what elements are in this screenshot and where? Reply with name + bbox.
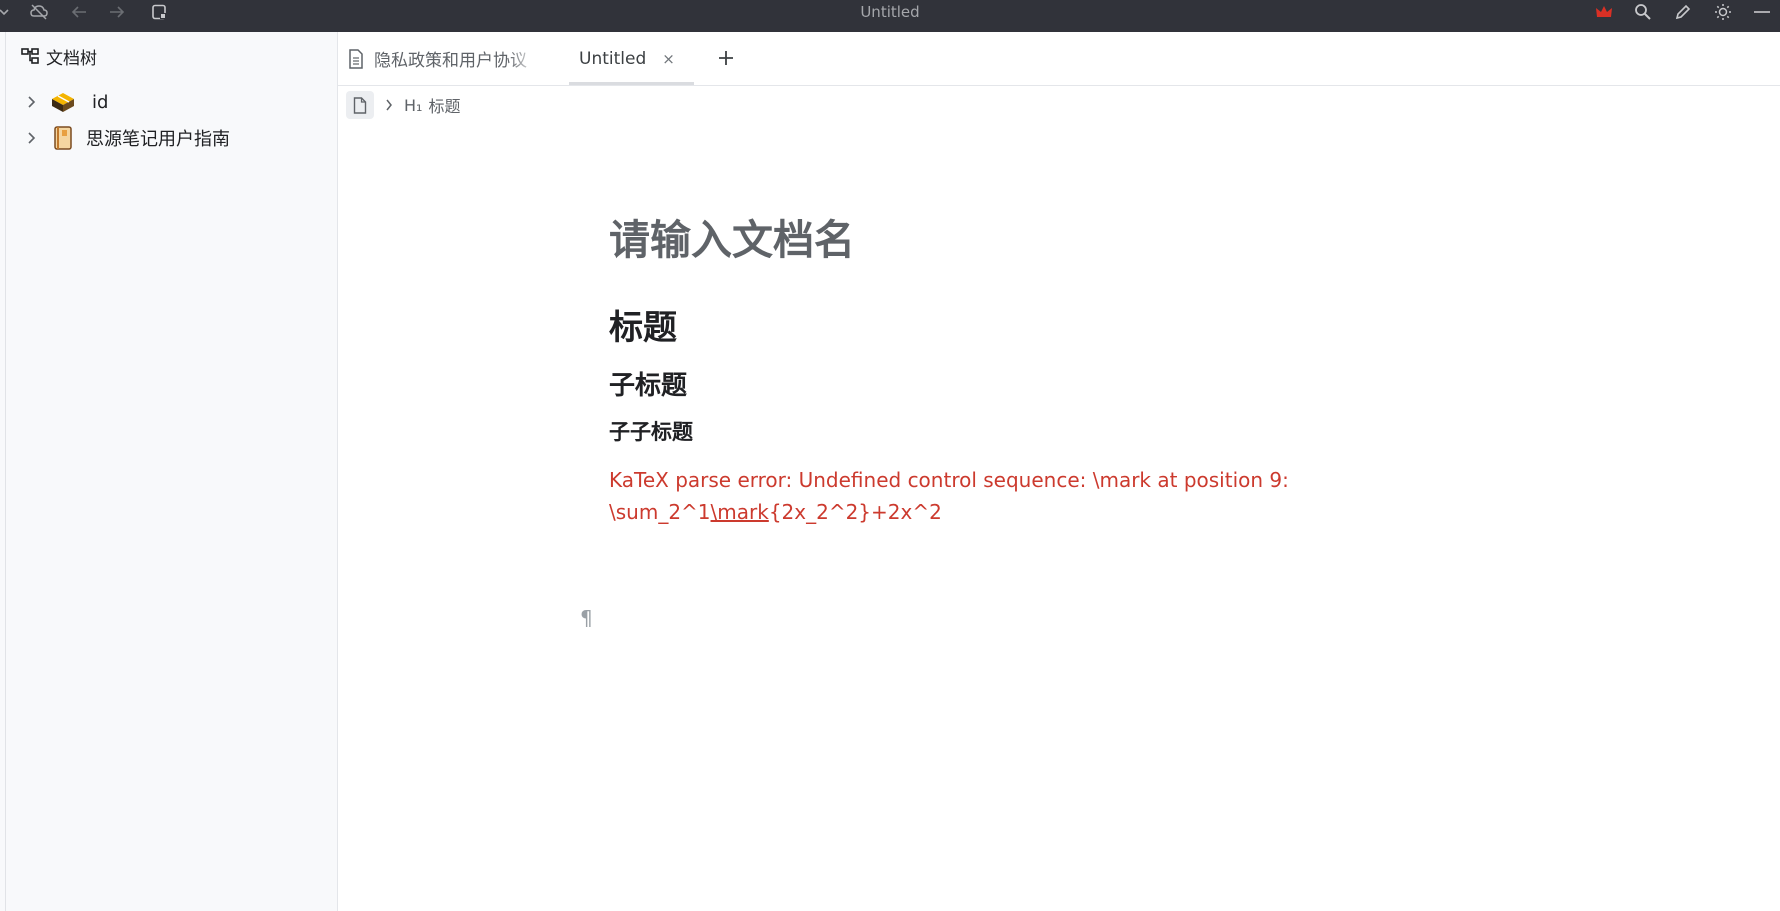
paragraph-mark-icon[interactable]: ¶ [580,606,593,630]
document-icon [348,48,364,69]
tree-item-id[interactable]: id [22,87,108,117]
tree-icon [20,46,40,66]
tab-fade [508,32,538,85]
add-tab-button[interactable] [714,46,738,70]
panel-divider [5,32,6,911]
edit-pencil-icon[interactable] [1673,2,1693,22]
title-bar: Untitled [0,0,1780,32]
notebook-box-icon [50,89,76,115]
window-title: Untitled [860,3,920,21]
chevron-right-icon[interactable] [22,92,42,112]
tree-item-label: 思源笔记用户指南 [86,129,230,150]
doc-tree-title: 文档树 [46,48,97,69]
heading-3[interactable]: 子子标题 [609,416,693,446]
tab-privacy-policy[interactable]: 隐私政策和用户协议 [348,32,538,85]
breadcrumb-heading[interactable]: 标题 [428,93,460,117]
search-icon[interactable] [1633,2,1653,22]
tab-bar: 隐私政策和用户协议 Untitled × [338,32,1780,86]
heading-2[interactable]: 子标题 [609,365,687,402]
plus-icon [719,51,733,65]
doc-tree-header: 文档树 [20,44,97,69]
document-icon[interactable] [346,91,374,119]
chevron-right-icon [382,99,396,111]
tab-label: 隐私政策和用户协议 [374,51,527,71]
katex-error-source: \sum_2^1\mark{2x_2^2}+2x^2 [609,496,1309,528]
theme-sun-icon[interactable] [1713,2,1733,22]
doc-tree-panel: 文档树 id 思源笔记用户指南 [0,32,338,911]
heading-1[interactable]: 标题 [609,300,677,349]
katex-source-after: {2x_2^2}+2x^2 [768,500,942,524]
breadcrumb: H₁ 标题 [346,90,460,120]
katex-error-block[interactable]: KaTeX parse error: Undefined control seq… [609,464,1309,528]
katex-source-highlight: \mark [710,500,769,524]
close-icon[interactable]: × [662,50,675,68]
chevron-right-icon[interactable] [22,128,42,148]
crown-vip-icon[interactable] [1594,2,1614,22]
active-tab-indicator [569,82,694,85]
tab-label: Untitled [579,48,647,69]
breadcrumb-heading-level[interactable]: H₁ [404,96,422,115]
katex-source-before: \sum_2^1 [609,500,711,524]
katex-error-message: KaTeX parse error: Undefined control seq… [609,468,1289,492]
minimize-icon[interactable] [1752,2,1772,22]
tab-untitled[interactable]: Untitled × [569,32,694,85]
tree-item-user-guide[interactable]: 思源笔记用户指南 [22,123,230,153]
document-title-input[interactable]: 请输入文档名 [609,206,855,266]
notebook-book-icon [50,125,76,151]
tree-item-label: id [92,91,109,113]
